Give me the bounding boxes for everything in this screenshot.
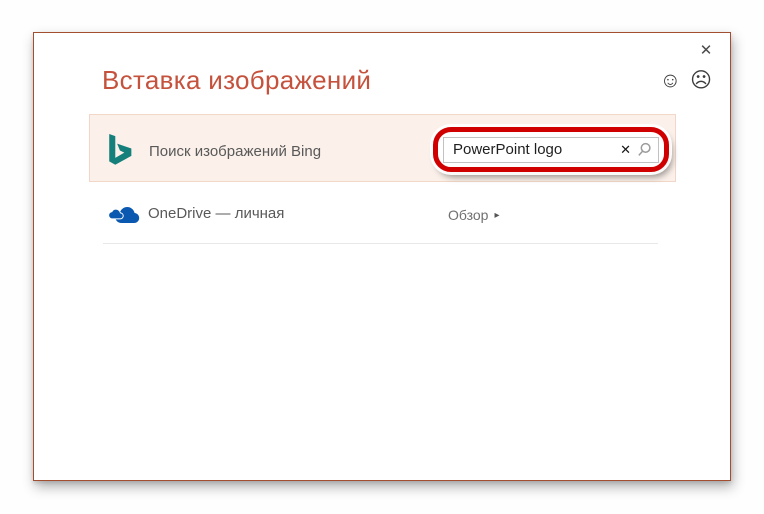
insert-pictures-dialog: ✕ Вставка изображений ☺ ☹ Поиск изображе… — [33, 32, 731, 481]
smiley-happy-icon[interactable]: ☺ — [660, 69, 681, 93]
onedrive-row[interactable]: OneDrive — личная Обзор ▸ — [89, 181, 674, 243]
screen-background: ✕ Вставка изображений ☺ ☹ Поиск изображе… — [0, 0, 764, 514]
smiley-sad-icon[interactable]: ☹ — [690, 69, 712, 93]
feedback-icons: ☺ ☹ — [660, 69, 712, 93]
bing-row-label: Поиск изображений Bing — [149, 143, 322, 160]
onedrive-row-label: OneDrive — личная — [148, 205, 285, 222]
search-magnifier-icon[interactable] — [637, 142, 652, 157]
bing-search-input[interactable] — [453, 141, 617, 158]
clear-search-icon[interactable]: ✕ — [620, 142, 631, 157]
browse-link[interactable]: Обзор ▸ — [448, 207, 499, 223]
chevron-right-icon: ▸ — [494, 209, 500, 221]
dialog-title: Вставка изображений — [102, 65, 372, 95]
row-divider — [103, 243, 658, 244]
browse-label: Обзор — [448, 207, 489, 223]
close-icon[interactable]: ✕ — [695, 41, 717, 61]
annotation-highlight: ✕ — [433, 127, 669, 172]
onedrive-clouds-icon — [108, 207, 140, 223]
bing-logo-icon — [109, 134, 132, 165]
bing-search-box[interactable]: ✕ — [443, 136, 659, 163]
